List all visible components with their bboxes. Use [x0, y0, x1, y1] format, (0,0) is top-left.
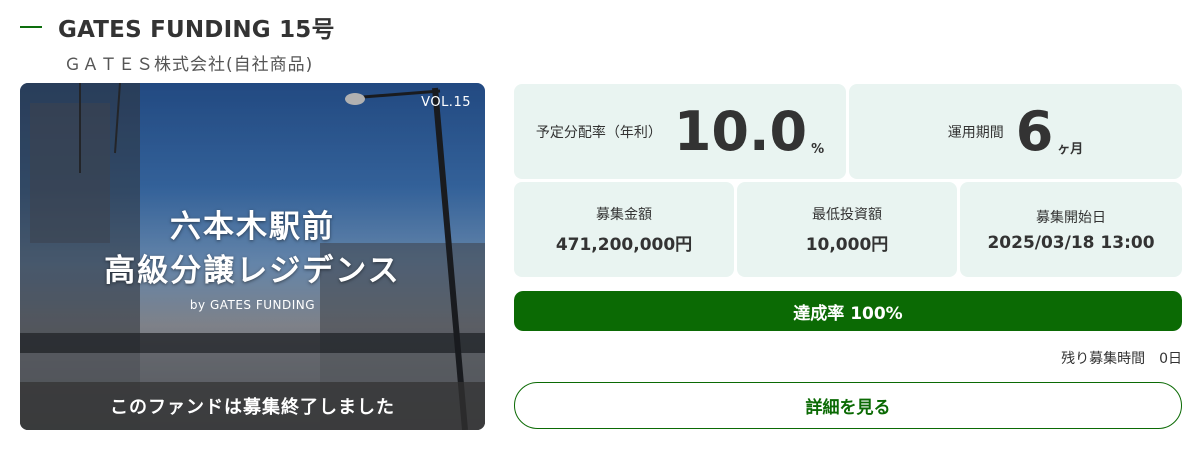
hero-volume: VOL.15: [421, 95, 471, 110]
start-date-value: 2025/03/18 13:00: [987, 232, 1155, 253]
term-value: 6: [1015, 99, 1054, 163]
progress-label: 達成率 100%: [793, 303, 903, 324]
rate-value: 10.0: [673, 99, 808, 163]
start-date-label: 募集開始日: [1036, 209, 1106, 226]
fund-title: GATES FUNDING 15号: [58, 17, 335, 43]
hero-byline: by GATES FUNDING: [189, 298, 316, 312]
achievement-progress-bar: 達成率 100%: [514, 291, 1182, 331]
view-details-button[interactable]: 詳細を見る: [514, 382, 1182, 429]
rate-unit: %: [811, 142, 825, 157]
min-invest-label: 最低投資額: [812, 207, 882, 223]
closed-banner: このファンドは募集終了しました: [20, 382, 485, 430]
amount-value: 471,200,000円: [555, 235, 693, 255]
term-label: 運用期間: [947, 124, 1004, 141]
remaining-time: 残り募集時間 0日: [1061, 348, 1182, 368]
remaining-value: 0日: [1159, 351, 1182, 367]
title-dash: [20, 26, 42, 28]
term-unit: ヶ月: [1057, 142, 1084, 157]
min-invest-card: 最低投資額 10,000円: [737, 182, 957, 277]
fund-company: ＧＡＴＥＳ株式会社(自社商品): [64, 55, 314, 75]
rate-card: 予定分配率（年利） 10.0 %: [514, 84, 846, 179]
min-invest-value: 10,000円: [805, 235, 889, 255]
fund-hero-image[interactable]: VOL.15 六本木駅前 高級分譲レジデンス by GATES FUNDING …: [20, 83, 485, 430]
fund-title-row: GATES FUNDING 15号: [20, 10, 335, 44]
term-card: 運用期間 6 ヶ月: [849, 84, 1182, 179]
amount-label: 募集金額: [596, 207, 652, 223]
hero-heading-line1: 六本木駅前: [170, 209, 335, 245]
rate-label: 予定分配率（年利）: [535, 124, 662, 141]
hero-heading-line2: 高級分譲レジデンス: [104, 253, 401, 289]
amount-card: 募集金額 471,200,000円: [514, 182, 734, 277]
start-date-card: 募集開始日 2025/03/18 13:00: [960, 182, 1182, 277]
remaining-label: 残り募集時間: [1061, 351, 1146, 367]
